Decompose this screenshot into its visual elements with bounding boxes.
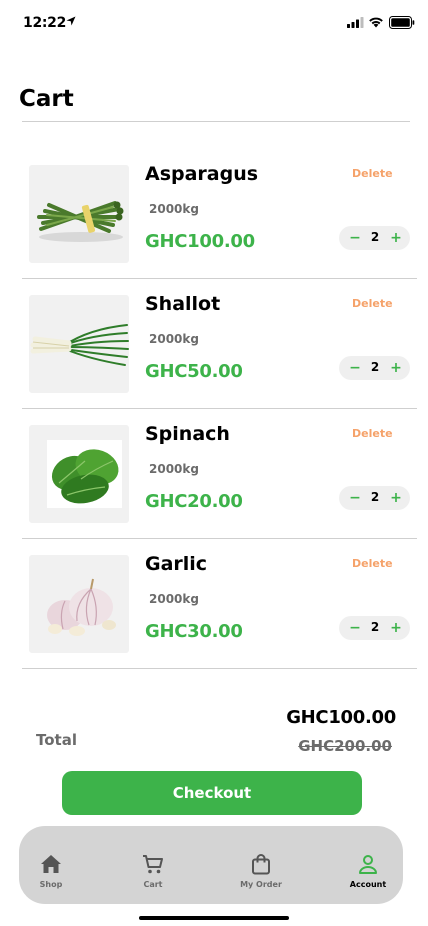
increase-button[interactable]: + bbox=[386, 617, 406, 639]
item-price: GHC20.00 bbox=[145, 491, 243, 512]
total-amount: GHC100.00 bbox=[286, 707, 396, 728]
nav-item-account[interactable]: Account bbox=[333, 826, 403, 904]
quantity-stepper: − 2 + bbox=[339, 616, 410, 640]
increase-button[interactable]: + bbox=[386, 487, 406, 509]
nav-label: Cart bbox=[143, 880, 163, 889]
battery-icon bbox=[389, 16, 415, 29]
item-weight: 2000kg bbox=[149, 592, 199, 606]
bottom-nav: Shop Cart My Order Account bbox=[19, 826, 403, 904]
home-icon bbox=[41, 855, 61, 873]
page-title: Cart bbox=[19, 86, 74, 112]
item-name: Asparagus bbox=[145, 163, 259, 185]
nav-label: My Order bbox=[240, 880, 282, 889]
delete-button[interactable]: Delete bbox=[352, 427, 393, 440]
wifi-icon bbox=[369, 17, 383, 28]
quantity-value: 2 bbox=[370, 230, 380, 244]
item-price: GHC50.00 bbox=[145, 361, 243, 382]
item-weight: 2000kg bbox=[149, 332, 199, 346]
decrease-button[interactable]: − bbox=[345, 357, 365, 379]
nav-label: Account bbox=[349, 880, 387, 889]
signal-icon bbox=[347, 17, 364, 28]
quantity-value: 2 bbox=[370, 360, 380, 374]
quantity-stepper: − 2 + bbox=[339, 486, 410, 510]
quantity-stepper: − 2 + bbox=[339, 356, 410, 380]
nav-item-shop[interactable]: Shop bbox=[16, 826, 86, 904]
cart-item-shallot: Shallot 2000kg GHC50.00 Delete − 2 + bbox=[22, 279, 417, 409]
bag-icon bbox=[252, 854, 270, 875]
item-name: Garlic bbox=[145, 553, 208, 575]
location-arrow-icon bbox=[66, 16, 76, 26]
quantity-value: 2 bbox=[370, 490, 380, 504]
nav-item-cart[interactable]: Cart bbox=[118, 826, 188, 904]
status-bar: 12:22 bbox=[0, 0, 428, 46]
decrease-button[interactable]: − bbox=[345, 617, 365, 639]
delete-button[interactable]: Delete bbox=[352, 297, 393, 310]
quantity-stepper: − 2 + bbox=[339, 226, 410, 250]
item-name: Shallot bbox=[145, 293, 221, 315]
asparagus-image bbox=[29, 165, 129, 263]
original-amount: GHC200.00 bbox=[298, 737, 392, 755]
home-indicator bbox=[139, 916, 289, 920]
garlic-image bbox=[29, 555, 129, 653]
item-price: GHC30.00 bbox=[145, 621, 243, 642]
shallot-image bbox=[29, 295, 129, 393]
checkout-button[interactable]: Checkout bbox=[62, 771, 362, 815]
increase-button[interactable]: + bbox=[386, 227, 406, 249]
user-icon bbox=[359, 855, 377, 874]
item-divider bbox=[22, 668, 417, 669]
nav-item-my-order[interactable]: My Order bbox=[226, 826, 296, 904]
delete-button[interactable]: Delete bbox=[352, 557, 393, 570]
decrease-button[interactable]: − bbox=[345, 227, 365, 249]
spinach-image bbox=[29, 425, 129, 523]
title-divider bbox=[22, 121, 410, 122]
delete-button[interactable]: Delete bbox=[352, 167, 393, 180]
item-weight: 2000kg bbox=[149, 202, 199, 216]
increase-button[interactable]: + bbox=[386, 357, 406, 379]
cart-item-spinach: Spinach 2000kg GHC20.00 Delete − 2 + bbox=[22, 409, 417, 539]
cart-item-garlic: Garlic 2000kg GHC30.00 Delete − 2 + bbox=[22, 539, 417, 669]
cart-item-asparagus: Asparagus 2000kg GHC100.00 Delete − 2 + bbox=[22, 149, 417, 279]
cart-icon bbox=[143, 855, 163, 874]
quantity-value: 2 bbox=[370, 620, 380, 634]
nav-label: Shop bbox=[39, 880, 63, 889]
item-weight: 2000kg bbox=[149, 462, 199, 476]
item-name: Spinach bbox=[145, 423, 230, 445]
total-label: Total bbox=[36, 731, 77, 749]
decrease-button[interactable]: − bbox=[345, 487, 365, 509]
item-price: GHC100.00 bbox=[145, 231, 255, 252]
status-time: 12:22 bbox=[23, 15, 67, 31]
